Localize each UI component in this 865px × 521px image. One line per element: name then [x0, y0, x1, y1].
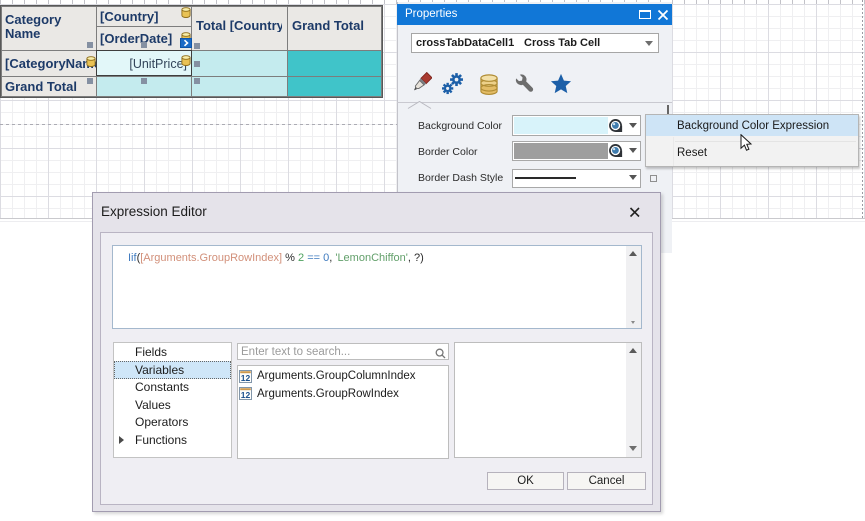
svg-text:12: 12	[241, 373, 251, 383]
svg-text:12: 12	[241, 390, 251, 400]
